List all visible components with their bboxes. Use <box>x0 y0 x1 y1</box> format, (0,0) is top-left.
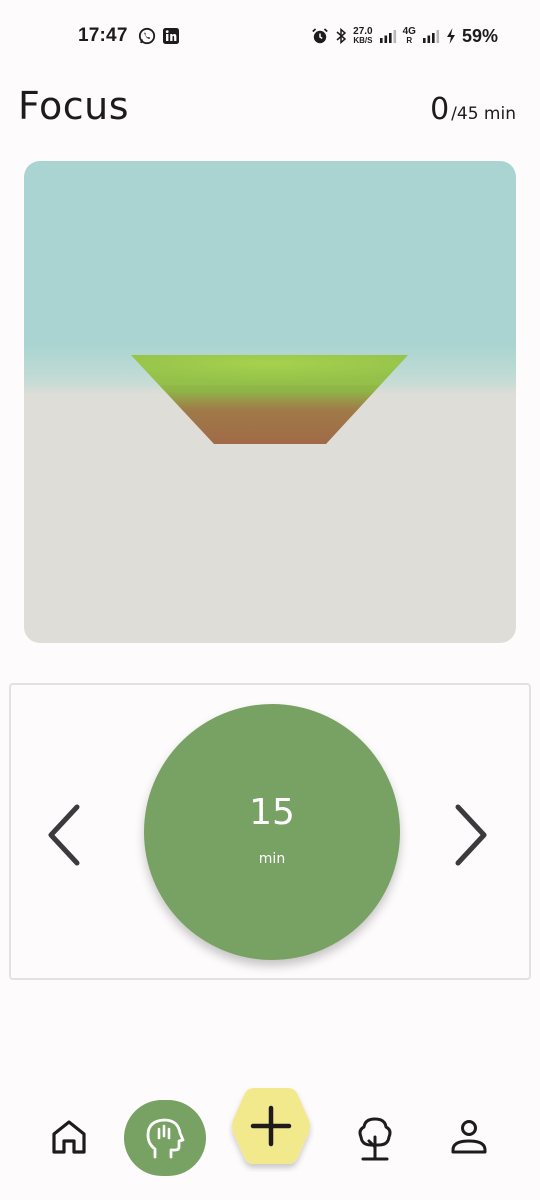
status-bar-right: 27.0 KB/S 4G R 59% <box>311 26 498 47</box>
charging-bolt-icon <box>446 27 456 45</box>
chevron-right-icon <box>455 804 487 866</box>
home-icon <box>52 1120 86 1154</box>
daily-progress: 0 /45 min <box>430 92 516 127</box>
floating-island <box>131 355 408 444</box>
status-time: 17:47 <box>78 25 128 46</box>
tree-icon <box>358 1117 392 1161</box>
status-bar: 17:47 27.0 KB/S 4G R 59% <box>0 0 540 72</box>
timer-value: 15 <box>249 791 295 833</box>
progress-goal: /45 min <box>451 104 516 124</box>
bottom-navigation <box>0 1080 540 1200</box>
timer-panel: 15 min <box>9 683 531 980</box>
forest-scene <box>24 161 516 643</box>
next-duration-button[interactable] <box>450 803 490 867</box>
nav-home[interactable] <box>46 1114 92 1160</box>
focus-head-icon <box>146 1118 185 1159</box>
network-speed-unit: KB/S <box>353 36 373 45</box>
page-title: Focus <box>18 84 130 128</box>
linkedin-icon <box>162 27 180 45</box>
alarm-icon <box>311 27 329 45</box>
status-bar-left: 17:47 <box>78 25 180 47</box>
progress-current: 0 <box>430 92 450 127</box>
network-type-label: 4G <box>402 26 416 37</box>
person-icon <box>451 1120 487 1154</box>
nav-focus[interactable] <box>124 1100 206 1176</box>
add-button[interactable] <box>228 1084 314 1172</box>
nav-forest[interactable] <box>352 1114 398 1164</box>
start-timer-button[interactable]: 15 min <box>144 704 400 960</box>
whatsapp-icon <box>138 27 156 45</box>
chevron-left-icon <box>48 804 80 866</box>
battery-percentage: 59% <box>461 25 498 46</box>
signal-bars-icon <box>379 29 397 43</box>
network-type: 4G R <box>402 26 416 46</box>
island-grass <box>131 355 408 385</box>
nav-profile[interactable] <box>446 1114 492 1160</box>
previous-duration-button[interactable] <box>45 803 85 867</box>
signal-bars-icon-2 <box>422 29 440 43</box>
timer-unit: min <box>258 850 286 867</box>
network-speed: 27.0 KB/S <box>353 26 373 46</box>
network-roaming-label: R <box>406 36 413 45</box>
bluetooth-icon <box>335 27 347 45</box>
plus-icon <box>232 1088 310 1164</box>
network-speed-value: 27.0 <box>353 26 373 37</box>
